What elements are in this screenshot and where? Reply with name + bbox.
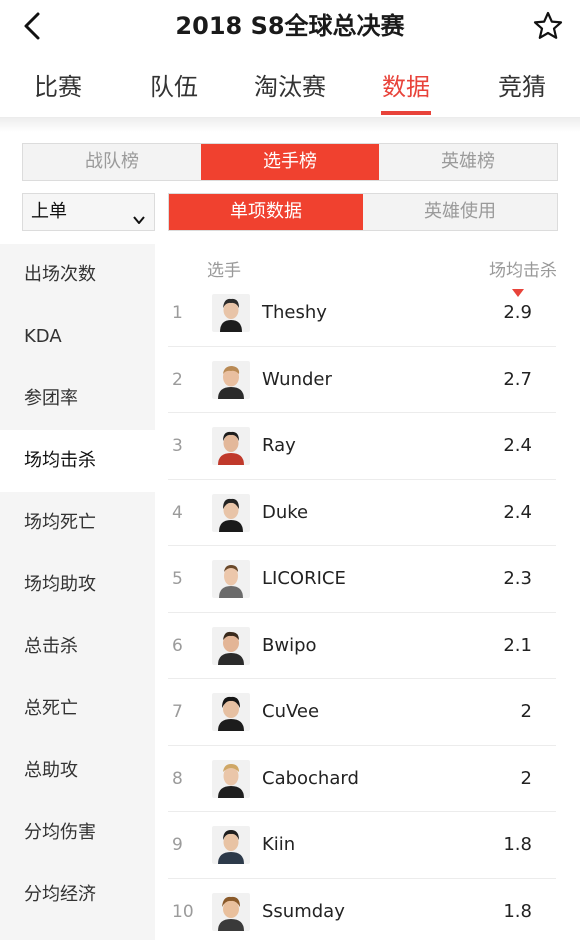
stat-value: 2.4 xyxy=(503,501,532,523)
player-name: Bwipo xyxy=(262,634,317,656)
champion-usage-tab[interactable]: 英雄使用 xyxy=(363,194,557,230)
tab-knockout[interactable]: 淘汰赛 xyxy=(232,60,348,117)
rank-number: 4 xyxy=(172,502,183,523)
tab-guess[interactable]: 竞猜 xyxy=(464,60,580,117)
tab-data[interactable]: 数据 xyxy=(348,60,464,117)
player-ranking-tab[interactable]: 选手榜 xyxy=(201,144,379,180)
sidebar-item-avg-deaths[interactable]: 场均死亡 xyxy=(0,492,155,554)
rank-number: 1 xyxy=(172,303,183,323)
chevron-down-icon xyxy=(132,204,146,224)
rank-number: 3 xyxy=(172,436,183,456)
player-name: CuVee xyxy=(262,701,320,722)
position-select-value: 上单 xyxy=(31,201,67,222)
stat-value: 2 xyxy=(520,701,532,722)
player-ranking-list: 1 Theshy 2.9 2 Wunder 2.7 3 Ray 2.4 4 Du… xyxy=(168,280,556,940)
favorite-star-icon[interactable] xyxy=(532,10,564,42)
app-header: 2018 S8全球总决赛 xyxy=(0,0,580,52)
rank-number: 5 xyxy=(172,569,183,589)
stat-value: 2.3 xyxy=(503,568,532,589)
table-row[interactable]: 6 Bwipo 2.1 xyxy=(168,613,556,679)
player-name: Ssumday xyxy=(262,900,345,922)
tab-teams[interactable]: 队伍 xyxy=(116,60,232,117)
stat-category-sidebar: 出场次数 KDA 参团率 场均击杀 场均死亡 场均助攻 总击杀 总死亡 总助攻 … xyxy=(0,244,155,940)
single-stat-tab[interactable]: 单项数据 xyxy=(169,194,363,230)
sidebar-item-avg-assists[interactable]: 场均助攻 xyxy=(0,554,155,616)
player-name: Theshy xyxy=(262,302,327,323)
player-name: Ray xyxy=(262,435,296,456)
tab-matches[interactable]: 比赛 xyxy=(0,60,116,117)
player-avatar xyxy=(212,892,250,931)
rank-number: 10 xyxy=(172,901,194,922)
table-row[interactable]: 1 Theshy 2.9 xyxy=(168,280,556,347)
player-name: LICORICE xyxy=(262,568,346,589)
rank-number: 9 xyxy=(172,835,183,855)
sidebar-item-gold-per-min[interactable]: 分均经济 xyxy=(0,864,155,926)
player-avatar xyxy=(212,759,250,798)
rank-number: 2 xyxy=(172,369,183,390)
sidebar-item-participation[interactable]: 参团率 xyxy=(0,368,155,430)
sidebar-item-total-kills[interactable]: 总击杀 xyxy=(0,616,155,678)
rank-number: 7 xyxy=(172,702,183,722)
table-row[interactable]: 9 Kiin 1.8 xyxy=(168,812,556,879)
player-avatar xyxy=(212,826,250,864)
player-avatar xyxy=(212,493,250,532)
table-row[interactable]: 3 Ray 2.4 xyxy=(168,413,556,480)
rank-number: 6 xyxy=(172,635,183,656)
sidebar-item-total-deaths[interactable]: 总死亡 xyxy=(0,678,155,740)
player-name: Kiin xyxy=(262,834,296,855)
stat-value: 2.7 xyxy=(503,368,532,390)
main-tabs: 比赛 队伍 淘汰赛 数据 竞猜 xyxy=(0,60,580,118)
ranking-type-switch: 战队榜 选手榜 英雄榜 xyxy=(22,143,558,181)
sidebar-item-appearances[interactable]: 出场次数 xyxy=(0,244,155,306)
table-row[interactable]: 8 Cabochard 2 xyxy=(168,746,556,812)
stat-value: 2.1 xyxy=(503,634,532,656)
table-row[interactable]: 5 LICORICE 2.3 xyxy=(168,546,556,613)
sidebar-item-avg-kills[interactable]: 场均击杀 xyxy=(0,430,155,492)
sidebar-item-total-assists[interactable]: 总助攻 xyxy=(0,740,155,802)
stat-value: 1.8 xyxy=(503,834,532,855)
stat-value: 1.8 xyxy=(503,900,532,922)
page-title: 2018 S8全球总决赛 xyxy=(175,12,405,40)
sidebar-item-kda[interactable]: KDA xyxy=(0,306,155,368)
sidebar-item-damage-per-min[interactable]: 分均伤害 xyxy=(0,802,155,864)
player-name: Wunder xyxy=(262,368,332,390)
rank-number: 8 xyxy=(172,768,183,789)
stat-value: 2.9 xyxy=(503,302,532,323)
stat-column-header[interactable]: 场均击杀 xyxy=(489,256,557,281)
table-row[interactable]: 2 Wunder 2.7 xyxy=(168,347,556,413)
player-avatar xyxy=(212,360,250,399)
position-select[interactable]: 上单 xyxy=(22,193,155,231)
player-name: Duke xyxy=(262,501,309,523)
player-avatar xyxy=(212,693,250,731)
champion-ranking-tab[interactable]: 英雄榜 xyxy=(379,144,557,180)
team-ranking-tab[interactable]: 战队榜 xyxy=(23,144,201,180)
player-avatar xyxy=(212,294,250,332)
player-name: Cabochard xyxy=(262,767,359,789)
player-avatar xyxy=(212,626,250,665)
divider xyxy=(0,118,580,132)
player-column-header: 选手 xyxy=(207,261,241,281)
table-row[interactable]: 7 CuVee 2 xyxy=(168,679,556,746)
data-type-switch: 单项数据 英雄使用 xyxy=(168,193,558,231)
player-avatar xyxy=(212,560,250,598)
stat-value: 2.4 xyxy=(503,435,532,456)
table-row[interactable]: 10 Ssumday 1.8 xyxy=(168,879,556,940)
table-row[interactable]: 4 Duke 2.4 xyxy=(168,480,556,546)
player-avatar xyxy=(212,427,250,465)
stat-value: 2 xyxy=(520,767,532,789)
